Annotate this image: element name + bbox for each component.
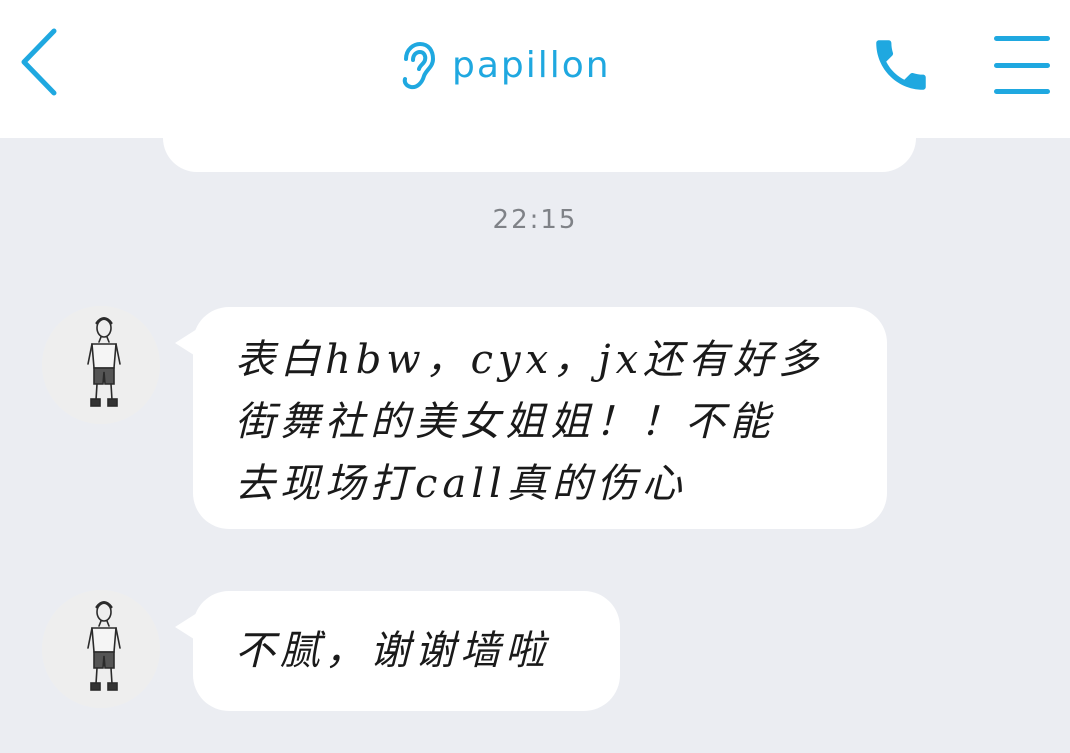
message-line: 表白hbw，cyx，jx还有好多 [235, 337, 824, 383]
bubble-tail [175, 613, 197, 641]
chevron-left-icon [21, 28, 57, 96]
back-button[interactable] [10, 22, 66, 102]
avatar[interactable] [42, 306, 160, 424]
message-text: 不腻，谢谢墙啦 [235, 620, 615, 682]
bubble-tail [175, 329, 197, 357]
message-text: 表白hbw，cyx，jx还有好多 街舞社的美女姐姐！！不能 去现场打call真的… [235, 329, 875, 515]
message-timestamp: 22:15 [492, 205, 578, 235]
hamburger-menu-icon [994, 62, 1050, 68]
avatar[interactable] [42, 590, 160, 708]
avatar-sketch-figure [42, 306, 160, 424]
hamburger-menu-icon [994, 36, 1050, 41]
ear-icon [402, 41, 436, 90]
message-bubble[interactable]: 不腻，谢谢墙啦 [175, 591, 620, 711]
message-bubble[interactable]: 表白hbw，cyx，jx还有好多 街舞社的美女姐姐！！不能 去现场打call真的… [175, 307, 887, 529]
phone-icon [876, 40, 926, 90]
menu-button[interactable] [990, 36, 1054, 94]
message-line: 去现场打call真的伤心 [235, 461, 687, 507]
call-button[interactable] [864, 30, 938, 100]
previous-message-bubble[interactable] [163, 110, 916, 172]
avatar-sketch-figure [42, 590, 160, 708]
hamburger-menu-icon [994, 89, 1050, 94]
message-line: 不腻，谢谢墙啦 [235, 628, 550, 674]
message-line: 街舞社的美女姐姐！！不能 [235, 399, 775, 445]
contact-name: papillon [452, 45, 611, 86]
chat-title[interactable]: papillon [398, 36, 611, 96]
chat-screen: papillon 22:15 表白hbw，cyx，jx还有好多 街舞社的美女姐姐… [0, 0, 1070, 753]
